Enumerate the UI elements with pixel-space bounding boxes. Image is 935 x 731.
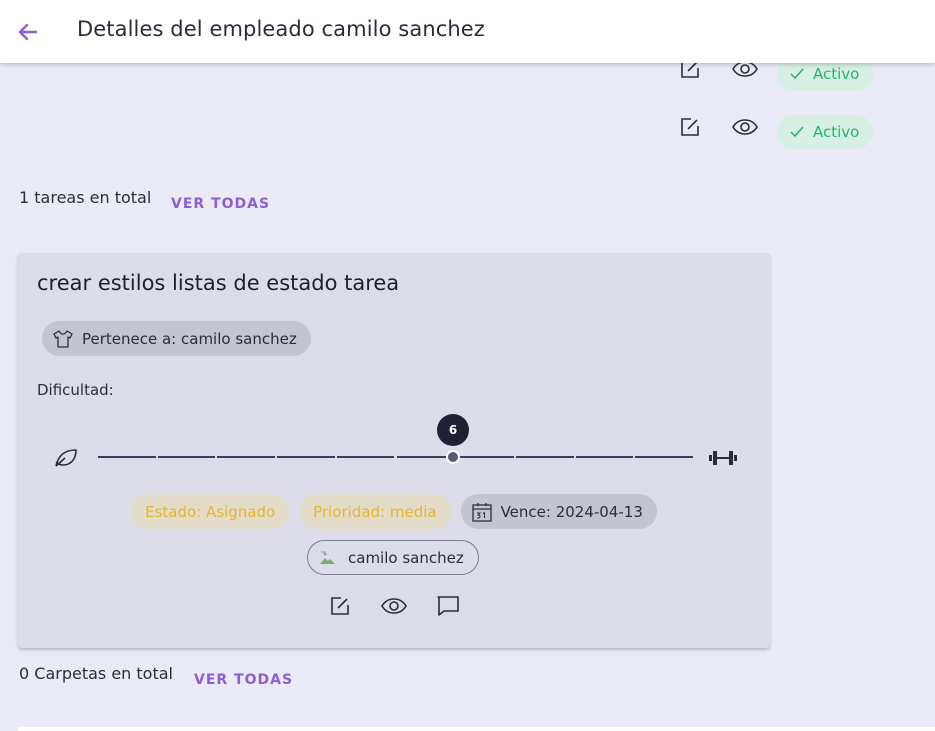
- status-label: Activo: [813, 123, 860, 141]
- difficulty-slider-track[interactable]: [98, 456, 693, 458]
- comment-icon: [437, 596, 459, 616]
- due-date-label: Vence: 2024-04-13: [500, 502, 643, 521]
- status-badge: Activo: [777, 115, 874, 149]
- difficulty-slider-thumb[interactable]: [446, 450, 460, 464]
- eye-icon: [732, 119, 758, 135]
- slider-step: [456, 456, 514, 458]
- app-bar: Detalles del empleado camilo sanchez: [0, 0, 935, 63]
- slider-step: [575, 456, 634, 458]
- slider-step: [635, 456, 693, 458]
- comment-task-button[interactable]: [434, 592, 462, 620]
- slider-step: [217, 456, 276, 458]
- leaf-icon: [55, 449, 77, 467]
- slider-step: [157, 456, 216, 458]
- tasks-count: 1 tareas en total: [19, 188, 152, 207]
- state-chip: Estado: Asignado: [131, 494, 290, 529]
- eye-icon: [381, 598, 407, 614]
- shirt-icon: [53, 329, 73, 348]
- status-label: Activo: [813, 65, 860, 83]
- owner-label: Pertenece a: camilo sanchez: [82, 329, 297, 348]
- slider-step: [515, 456, 574, 458]
- task-card: crear estilos listas de estado tarea Per…: [18, 253, 770, 648]
- difficulty-value-bubble: 6: [437, 414, 469, 446]
- edit-icon: [331, 597, 349, 615]
- avatar-image-icon: [320, 551, 335, 564]
- assignee-name: camilo sanchez: [348, 548, 464, 567]
- edit-button[interactable]: [676, 113, 704, 141]
- see-all-tasks-button[interactable]: VER TODAS: [171, 196, 270, 212]
- edit-icon: [681, 118, 699, 136]
- next-card-edge: [18, 727, 935, 731]
- calendar-icon: [471, 502, 492, 522]
- difficulty-label: Dificultad:: [37, 381, 114, 399]
- back-button[interactable]: [14, 18, 42, 46]
- dumbbell-icon: [709, 451, 737, 465]
- folders-count: 0 Carpetas en total: [19, 664, 173, 683]
- slider-step: [98, 456, 156, 458]
- view-task-button[interactable]: [380, 592, 408, 620]
- assignee-chip[interactable]: camilo sanchez: [307, 540, 479, 575]
- priority-chip: Prioridad: media: [299, 494, 451, 529]
- arrow-left-icon: [18, 23, 38, 41]
- slider-step: [336, 456, 395, 458]
- page-title: Detalles del empleado camilo sanchez: [77, 17, 485, 41]
- check-icon: [790, 126, 804, 138]
- due-date-chip: Vence: 2024-04-13: [460, 494, 657, 529]
- slider-step: [277, 456, 335, 458]
- see-all-folders-button[interactable]: VER TODAS: [194, 672, 293, 688]
- check-icon: [790, 68, 804, 80]
- view-button[interactable]: [731, 113, 759, 141]
- edit-task-button[interactable]: [326, 592, 354, 620]
- task-actions: [326, 592, 462, 620]
- row-actions: [676, 113, 759, 141]
- task-title: crear estilos listas de estado tarea: [37, 271, 400, 295]
- owner-chip: Pertenece a: camilo sanchez: [42, 321, 311, 356]
- task-chips: Estado: Asignado Prioridad: media Vence:…: [18, 494, 770, 529]
